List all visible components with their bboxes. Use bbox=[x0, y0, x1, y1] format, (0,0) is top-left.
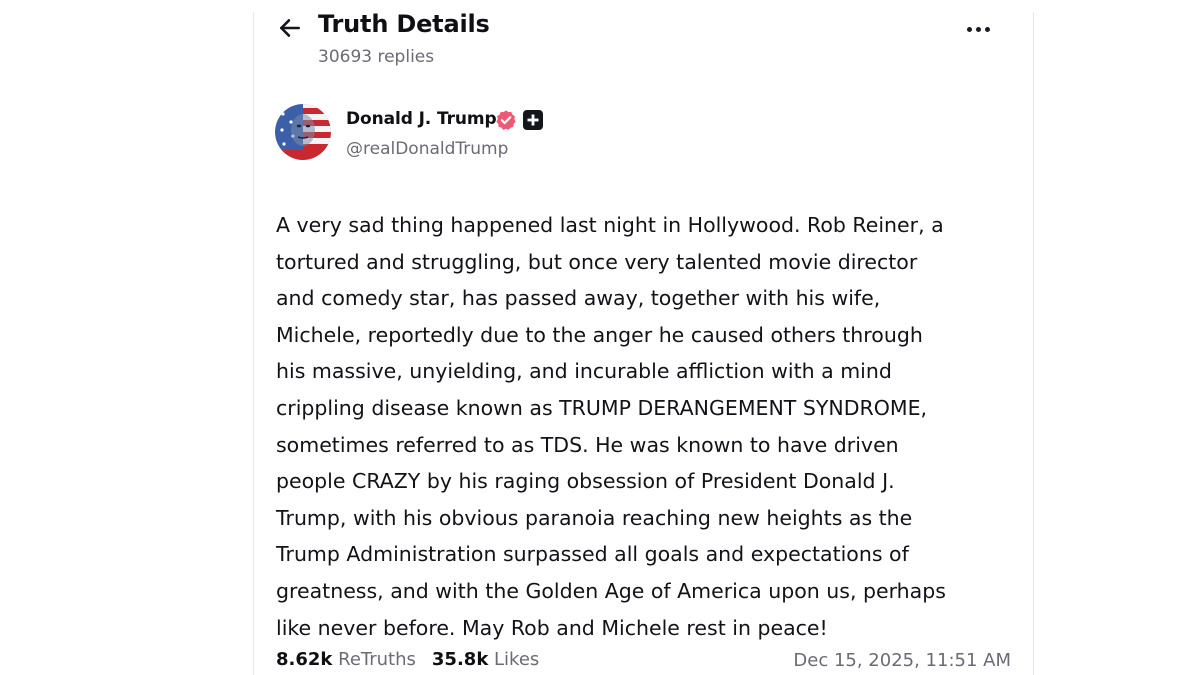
author-name[interactable]: Donald J. Trump bbox=[346, 109, 497, 129]
retruths-label: ReTruths bbox=[338, 649, 416, 670]
retruths-count: 8.62k bbox=[276, 649, 333, 670]
post-line: like never before. May Rob and Michele r… bbox=[276, 615, 828, 640]
verified-badge-icon bbox=[495, 109, 517, 131]
post-body: A very sad thing happened last night in … bbox=[276, 207, 1016, 646]
post-line: crippling disease known as TRUMP DERANGE… bbox=[276, 395, 928, 420]
retruths-stat[interactable]: 8.62k ReTruths bbox=[276, 649, 416, 670]
post-line: greatness, and with the Golden Age of Am… bbox=[276, 578, 946, 603]
post-line: Michele, reportedly due to the anger he … bbox=[276, 322, 923, 347]
truth-detail-card: Truth Details 30693 replies Donald J. Tr… bbox=[253, 10, 1034, 675]
likes-count: 35.8k bbox=[431, 649, 489, 670]
page-title: Truth Details bbox=[318, 10, 490, 38]
post-line: and comedy star, has passed away, togeth… bbox=[276, 286, 881, 311]
reply-count[interactable]: 30693 replies bbox=[318, 47, 434, 67]
engagement-stats: 8.62k ReTruths 35.8k Likes bbox=[276, 649, 539, 670]
plus-badge-icon bbox=[523, 110, 543, 130]
author-handle[interactable]: @realDonaldTrump bbox=[346, 139, 508, 159]
post-line: sometimes referred to as TDS. He was kno… bbox=[276, 432, 899, 457]
more-options-button[interactable] bbox=[954, 16, 1002, 42]
post-line: Trump Administration surpassed all goals… bbox=[276, 542, 909, 567]
post-timestamp[interactable]: Dec 15, 2025, 11:51 AM bbox=[793, 650, 1011, 671]
post-line: people CRAZY by his raging obsession of … bbox=[276, 469, 895, 494]
arrow-left-icon bbox=[280, 19, 300, 37]
post-line: A very sad thing happened last night in … bbox=[276, 213, 944, 237]
avatar[interactable] bbox=[275, 104, 331, 160]
likes-label: Likes bbox=[494, 649, 540, 670]
post-line: tortured and struggling, but once very t… bbox=[276, 249, 918, 274]
back-button[interactable] bbox=[276, 14, 304, 42]
likes-stat[interactable]: 35.8k Likes bbox=[432, 649, 539, 670]
more-horizontal-icon bbox=[966, 26, 972, 32]
post-line: his massive, unyielding, and incurable a… bbox=[276, 359, 892, 384]
post-line: Trump, with his obvious paranoia reachin… bbox=[276, 505, 913, 530]
